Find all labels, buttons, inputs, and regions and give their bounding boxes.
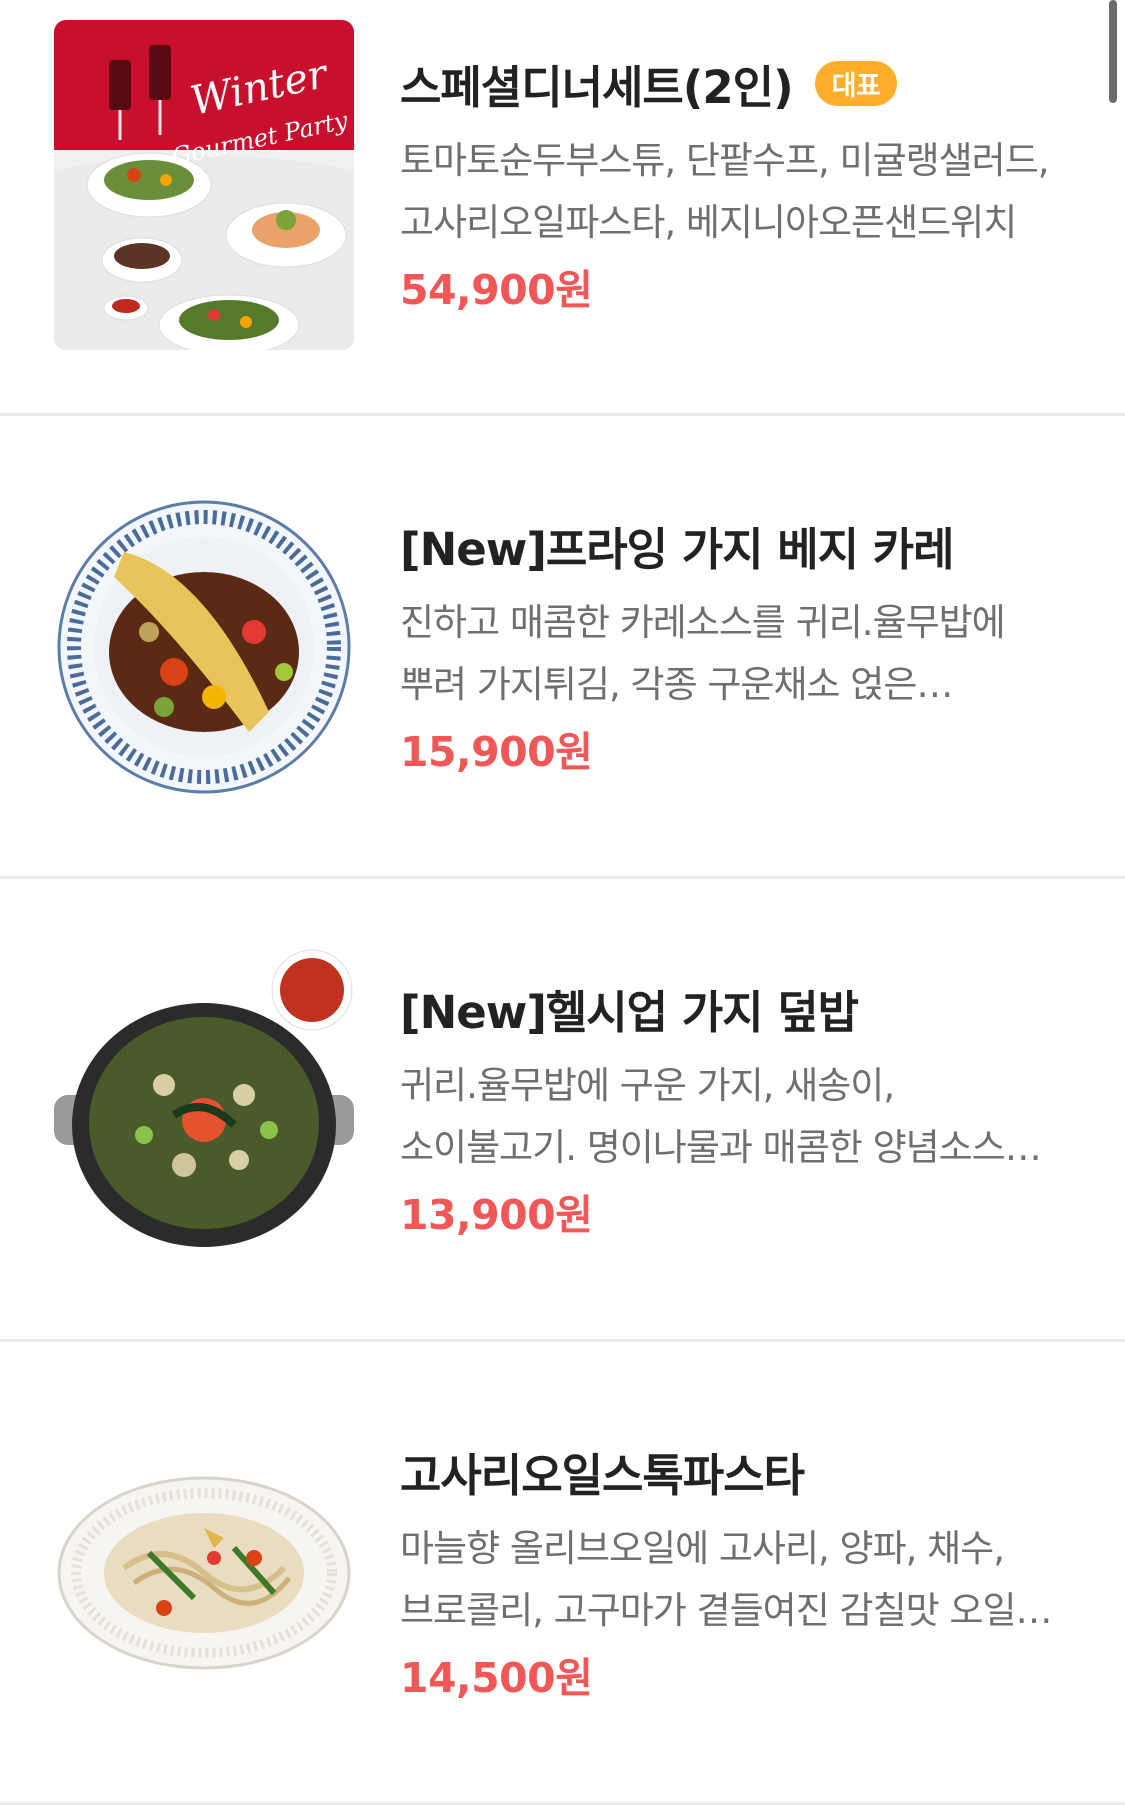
title-row: [New]헬시업 가지 덮밥: [400, 977, 1073, 1039]
representative-badge: 대표: [814, 60, 898, 106]
menu-item-info: [New]프라잉 가지 베지 카레 진하고 매콤한 카레소스를 귀리.율무밥에 …: [400, 514, 1073, 778]
bracken-oil-pasta-photo-icon: [54, 1408, 354, 1738]
winter-gourmet-party-photo-icon: Winter Gourmet Party: [54, 20, 354, 350]
menu-item-description: 마늘향 올리브오일에 고사리, 양파, 채수,브로콜리, 고구마가 곁들여진 감…: [400, 1527, 1017, 1632]
title-row: 스페셜디너세트(2인) 대표: [400, 52, 1073, 114]
menu-item-price: 54,900원: [400, 266, 593, 314]
menu-item-title: 고사리오일스톡파스타: [400, 1448, 805, 1502]
eggplant-curry-plate-photo-icon: [54, 482, 354, 812]
menu-list: Winter Gourmet Party 스페셜디너세트(2인) 대표 토마토순…: [0, 0, 1125, 1805]
vertical-scrollbar[interactable]: [1109, 0, 1117, 103]
menu-item-price: 13,900원: [400, 1191, 593, 1239]
menu-item-info: [New]헬시업 가지 덮밥 귀리.율무밥에 구운 가지, 새송이, 소이불고기…: [400, 977, 1073, 1241]
title-row: [New]프라잉 가지 베지 카레: [400, 514, 1073, 576]
menu-item-description: 토마토순두부스튜, 단팥수프, 미귤랭샐러드, 고사리오일파스타, 베지니아오픈…: [400, 139, 1050, 244]
menu-item-title: [New]프라잉 가지 베지 카레: [400, 522, 954, 576]
menu-item-healthy-eggplant-rice-bowl[interactable]: [New]헬시업 가지 덮밥 귀리.율무밥에 구운 가지, 새송이, 소이불고기…: [0, 879, 1125, 1342]
title-row: 고사리오일스톡파스타: [400, 1440, 1073, 1502]
menu-item-info: 고사리오일스톡파스타 마늘향 올리브오일에 고사리, 양파, 채수,브로콜리, …: [400, 1440, 1073, 1704]
menu-item-price: 14,500원: [400, 1654, 593, 1702]
menu-item-description: 귀리.율무밥에 구운 가지, 새송이, 소이불고기. 명이나물과 매콤한 양념소…: [400, 1064, 1039, 1169]
menu-item-info: 스페셜디너세트(2인) 대표 토마토순두부스튜, 단팥수프, 미귤랭샐러드, 고…: [400, 52, 1073, 316]
menu-item-price: 15,900원: [400, 728, 593, 776]
menu-item-bracken-oil-stock-pasta[interactable]: 고사리오일스톡파스타 마늘향 올리브오일에 고사리, 양파, 채수,브로콜리, …: [0, 1342, 1125, 1805]
menu-item-frying-eggplant-curry[interactable]: [New]프라잉 가지 베지 카레 진하고 매콤한 카레소스를 귀리.율무밥에 …: [0, 416, 1125, 879]
menu-item-special-dinner-set[interactable]: Winter Gourmet Party 스페셜디너세트(2인) 대표 토마토순…: [0, 0, 1125, 416]
menu-item-description: 진하고 매콤한 카레소스를 귀리.율무밥에 뿌려 가지튀김, 각종 구운채소 얹…: [400, 601, 1006, 706]
menu-item-title: 스페셜디너세트(2인): [400, 60, 794, 114]
menu-item-title: [New]헬시업 가지 덮밥: [400, 985, 859, 1039]
eggplant-rice-bowl-photo-icon: [54, 945, 354, 1275]
